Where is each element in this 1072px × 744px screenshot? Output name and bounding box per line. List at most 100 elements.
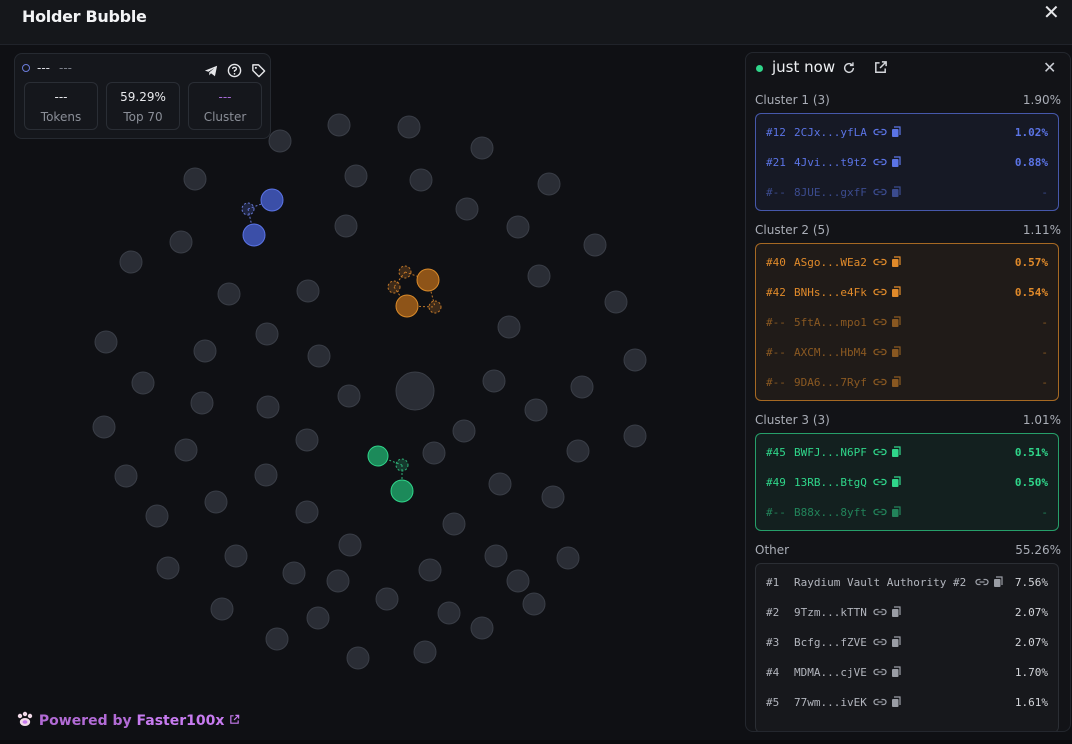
holder-address[interactable]: B88x...8yft <box>794 506 867 519</box>
holder-bubble[interactable] <box>145 504 169 528</box>
copy-icon[interactable] <box>891 666 901 678</box>
holder-address[interactable]: 4Jvi...t9t2 <box>794 156 867 169</box>
holder-bubble[interactable] <box>470 136 494 160</box>
refresh-icon[interactable] <box>842 61 856 75</box>
link-icon[interactable] <box>873 696 887 708</box>
link-icon[interactable] <box>873 476 887 488</box>
holder-row[interactable]: #2 9Tzm...kTTN 2.07% <box>756 598 1058 628</box>
holder-row[interactable]: #-- B88x...8yft - <box>756 498 1058 528</box>
copy-icon[interactable] <box>891 156 901 168</box>
copy-icon[interactable] <box>891 506 901 518</box>
holder-bubble[interactable] <box>455 197 479 221</box>
holder-address[interactable]: ASgo...WEa2 <box>794 256 867 269</box>
cluster-bubble[interactable] <box>395 294 419 318</box>
holder-bubble[interactable] <box>327 113 351 137</box>
copy-icon[interactable] <box>891 346 901 358</box>
copy-icon[interactable] <box>891 286 901 298</box>
external-link-icon[interactable] <box>873 60 888 75</box>
holder-address[interactable]: 8JUE...gxfF <box>794 186 867 199</box>
holder-bubble[interactable] <box>623 348 647 372</box>
holder-bubble[interactable] <box>224 544 248 568</box>
holder-bubble[interactable] <box>570 375 594 399</box>
tag-icon[interactable] <box>251 63 266 78</box>
holder-bubble[interactable] <box>190 391 214 415</box>
link-icon[interactable] <box>873 286 887 298</box>
copy-icon[interactable] <box>891 636 901 648</box>
holder-bubble[interactable] <box>326 569 350 593</box>
telegram-icon[interactable] <box>204 64 218 78</box>
cluster-box[interactable]: #12 2CJx...yfLA 1.02% #21 4Jvi...t9t2 0.88% #-… <box>755 113 1059 211</box>
holder-row[interactable]: #5 77wm...ivEK 1.61% <box>756 688 1058 718</box>
copy-icon[interactable] <box>891 316 901 328</box>
holder-row[interactable]: #12 2CJx...yfLA 1.02% <box>756 118 1058 148</box>
other-holders-box[interactable]: #1 Raydium Vault Authority #2 7.56% #2 9Tzm.… <box>755 563 1059 731</box>
holder-bubble[interactable] <box>156 556 180 580</box>
holder-bubble[interactable] <box>217 282 241 306</box>
holder-row[interactable]: #49 13RB...BtgQ 0.50% <box>756 468 1058 498</box>
link-icon[interactable] <box>873 256 887 268</box>
holder-bubble[interactable] <box>296 279 320 303</box>
holder-bubble[interactable] <box>541 485 565 509</box>
link-icon[interactable] <box>873 636 887 648</box>
copy-icon[interactable] <box>891 186 901 198</box>
cluster-bubble[interactable] <box>367 445 389 467</box>
holder-bubble[interactable] <box>295 500 319 524</box>
link-icon[interactable] <box>873 186 887 198</box>
holder-bubble[interactable] <box>488 472 512 496</box>
holder-bubble[interactable] <box>452 419 476 443</box>
holder-row[interactable]: #1 Raydium Vault Authority #2 7.56% <box>756 568 1058 598</box>
copy-icon[interactable] <box>891 376 901 388</box>
holder-address[interactable]: 77wm...ivEK <box>794 696 867 709</box>
holder-bubble[interactable] <box>623 424 647 448</box>
holder-row[interactable]: #42 BNHs...e4Fk 0.54% <box>756 278 1058 308</box>
holder-bubble[interactable] <box>344 164 368 188</box>
holder-address[interactable]: AXCM...HbM4 <box>794 346 867 359</box>
link-icon[interactable] <box>975 576 989 588</box>
holder-address[interactable]: 9DA6...7Ryf <box>794 376 867 389</box>
holder-row[interactable]: #-- 8JUE...gxfF - <box>756 178 1058 208</box>
cluster-bubble[interactable] <box>428 300 442 314</box>
holder-bubble[interactable] <box>255 322 279 346</box>
holder-address[interactable]: MDMA...cjVE <box>794 666 867 679</box>
cluster-box[interactable]: #45 BWFJ...N6PF 0.51% #49 13RB...BtgQ 0.50% #-… <box>755 433 1059 531</box>
holder-bubble[interactable] <box>506 569 530 593</box>
holder-bubble[interactable] <box>442 512 466 536</box>
holder-bubble[interactable] <box>497 315 521 339</box>
holder-bubble[interactable] <box>204 490 228 514</box>
close-icon[interactable]: ✕ <box>1043 0 1060 24</box>
holder-row[interactable]: #-- 9DA6...7Ryf - <box>756 368 1058 398</box>
holder-bubble[interactable] <box>306 606 330 630</box>
holder-bubble[interactable] <box>94 330 118 354</box>
holder-bubble[interactable] <box>583 233 607 257</box>
holder-bubble[interactable] <box>254 463 278 487</box>
holder-bubble[interactable] <box>119 250 143 274</box>
holder-bubble[interactable] <box>482 369 506 393</box>
holder-bubble[interactable] <box>183 167 207 191</box>
holder-row[interactable]: #4 MDMA...cjVE 1.70% <box>756 658 1058 688</box>
holder-bubble[interactable] <box>295 428 319 452</box>
holder-bubble[interactable] <box>484 544 508 568</box>
holder-bubble[interactable] <box>566 439 590 463</box>
holder-bubble[interactable] <box>422 441 446 465</box>
link-icon[interactable] <box>873 346 887 358</box>
link-icon[interactable] <box>873 606 887 618</box>
link-icon[interactable] <box>873 666 887 678</box>
holder-bubble[interactable] <box>92 415 116 439</box>
copy-icon[interactable] <box>891 476 901 488</box>
link-icon[interactable] <box>873 156 887 168</box>
holder-bubble[interactable] <box>131 371 155 395</box>
cluster-bubble[interactable] <box>395 458 409 472</box>
holder-bubble[interactable] <box>307 344 331 368</box>
holder-bubble[interactable] <box>524 398 548 422</box>
holder-bubble[interactable] <box>527 264 551 288</box>
copy-icon[interactable] <box>891 256 901 268</box>
link-icon[interactable] <box>873 376 887 388</box>
holder-bubble[interactable] <box>265 627 289 651</box>
holder-row[interactable]: #3 Bcfg...fZVE 2.07% <box>756 628 1058 658</box>
holder-bubble[interactable] <box>556 546 580 570</box>
cluster-bubble[interactable] <box>390 479 414 503</box>
holder-bubble-large[interactable] <box>395 371 435 411</box>
link-icon[interactable] <box>873 446 887 458</box>
cluster-bubble[interactable] <box>416 268 440 292</box>
cluster-bubble[interactable] <box>387 280 401 294</box>
